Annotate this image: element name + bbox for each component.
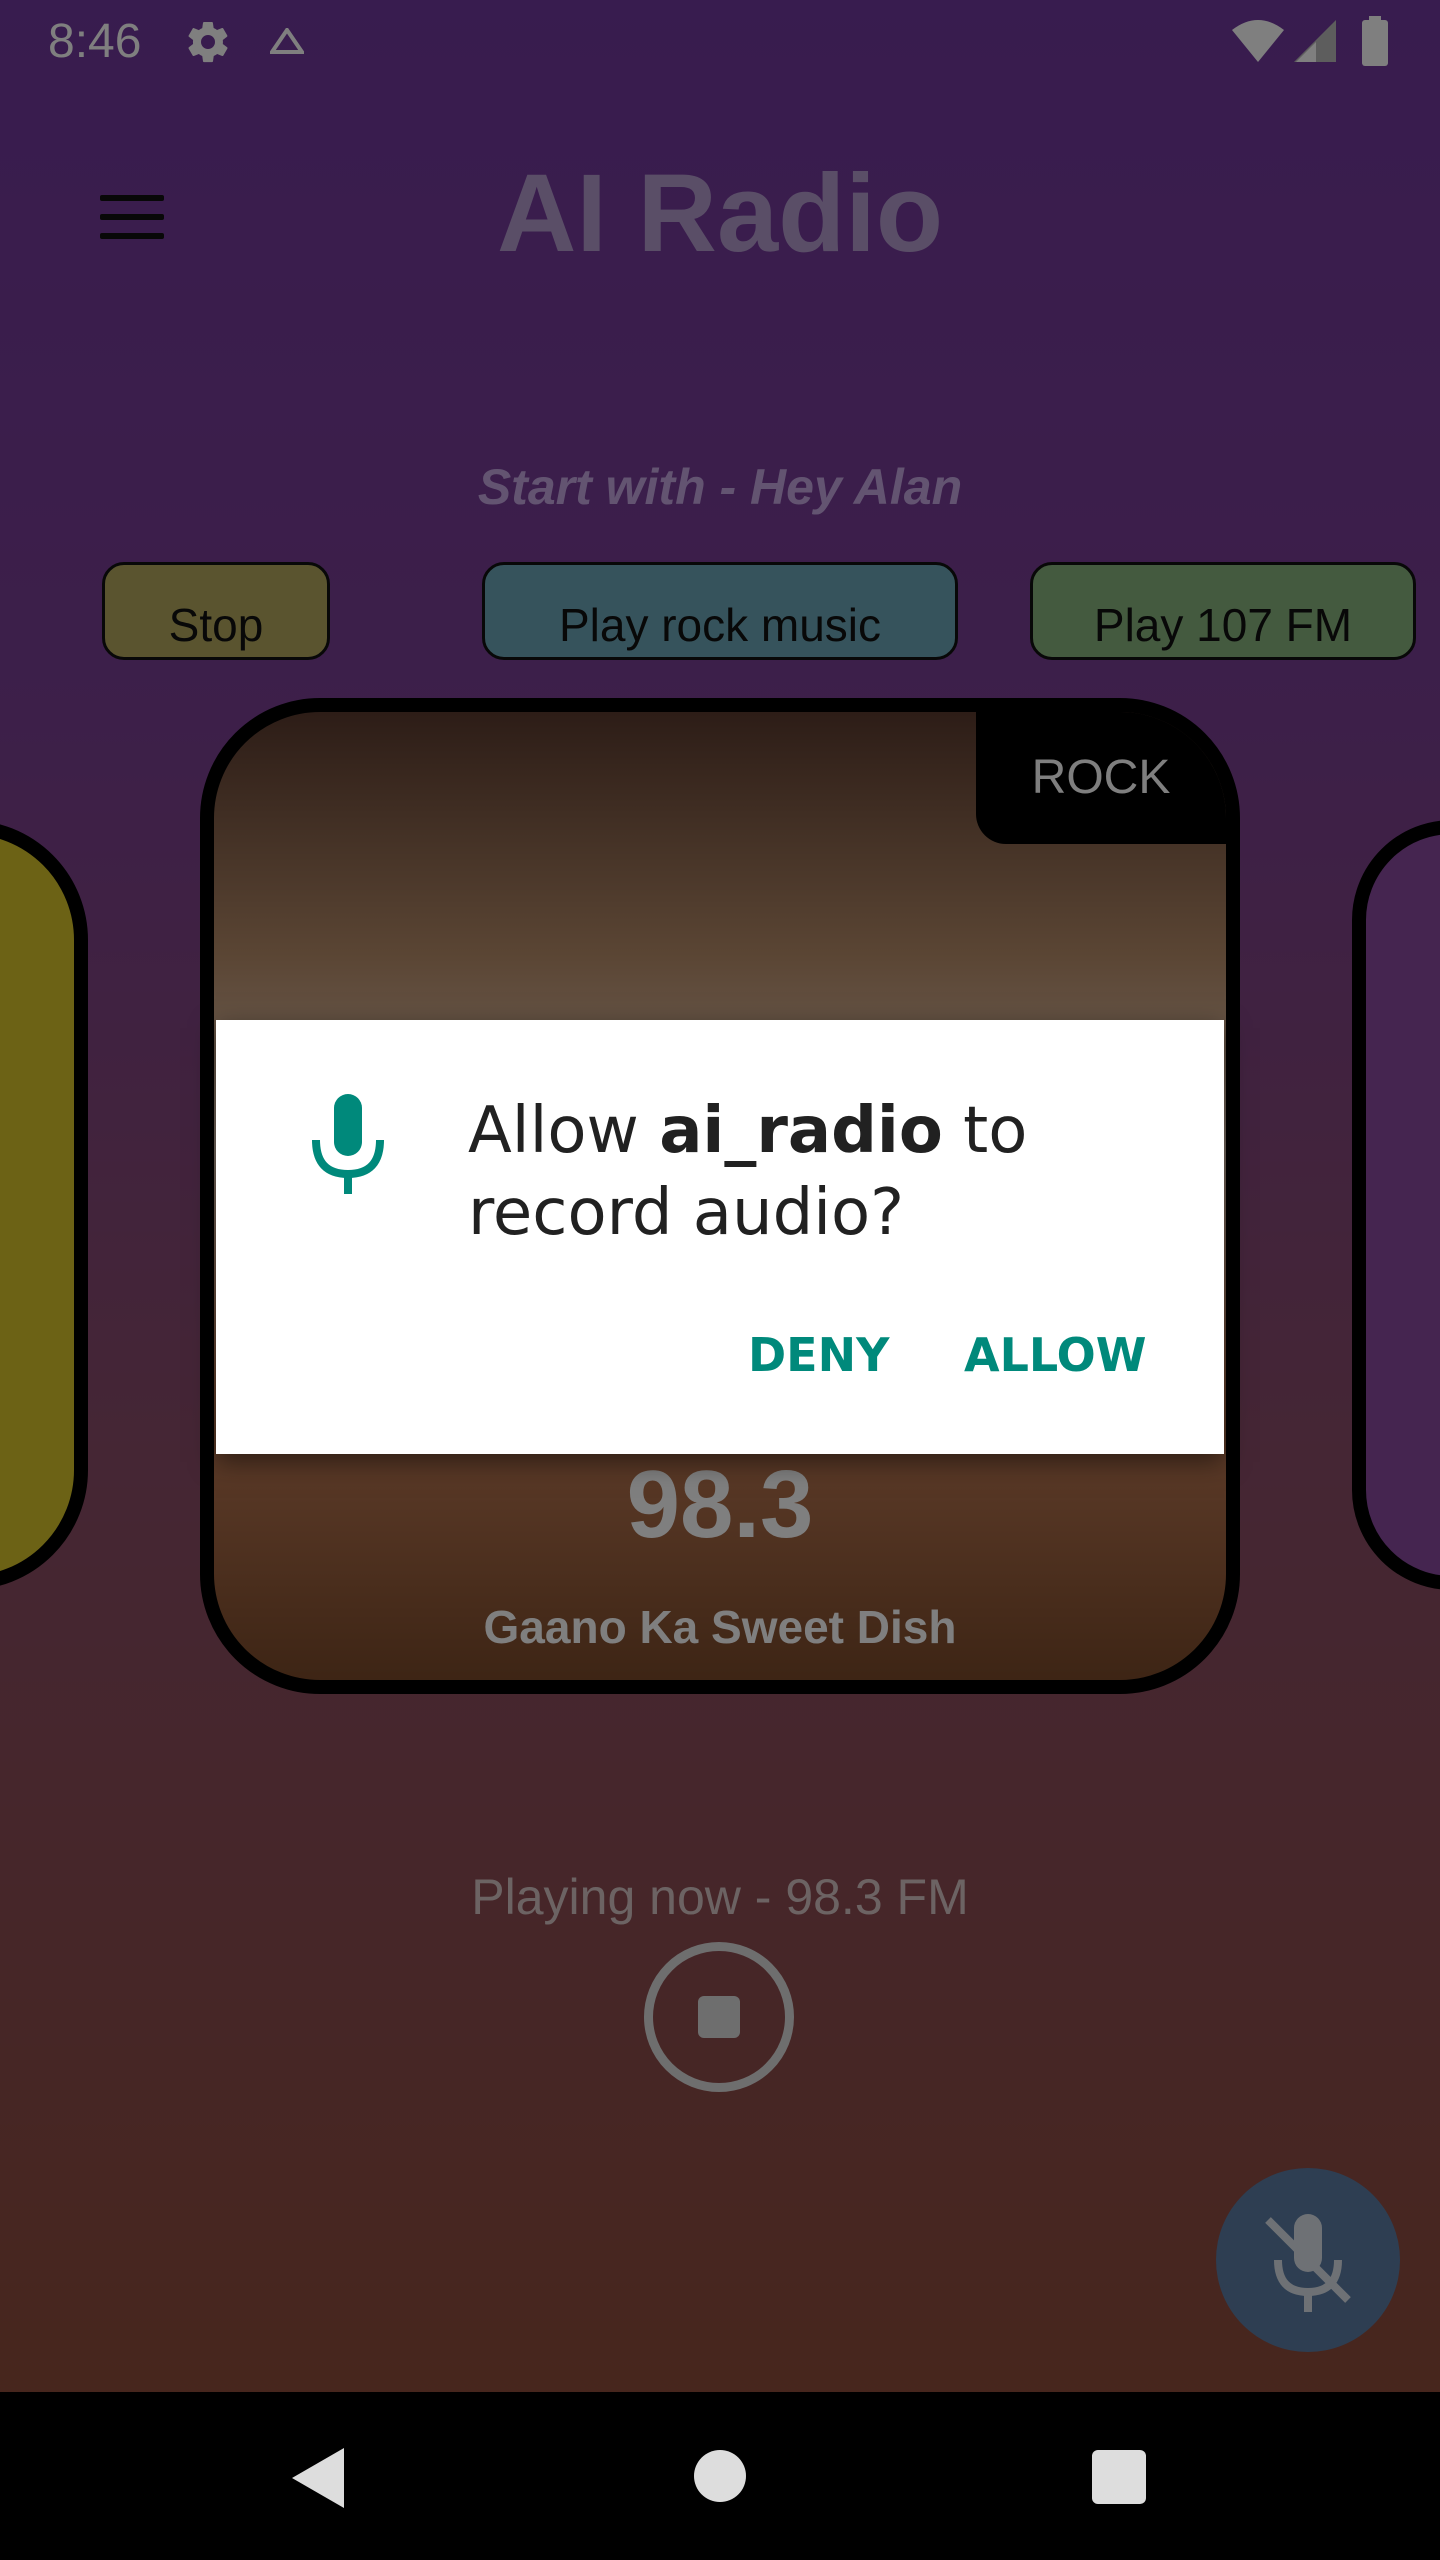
back-icon[interactable] — [290, 2446, 346, 2510]
dialog-message: Allow ai_radio to record audio? — [468, 1094, 1028, 1250]
permission-dialog: Allow ai_radio to record audio? DENY ALL… — [216, 1020, 1224, 1454]
app-screen: 8:46 AI Radio Start with - Hey Alan Stop… — [0, 0, 1440, 2392]
deny-button[interactable]: DENY — [748, 1328, 889, 1382]
microphone-icon — [312, 1094, 384, 1194]
home-icon[interactable] — [694, 2450, 746, 2502]
allow-button[interactable]: ALLOW — [964, 1328, 1146, 1382]
recents-icon[interactable] — [1092, 2450, 1146, 2504]
